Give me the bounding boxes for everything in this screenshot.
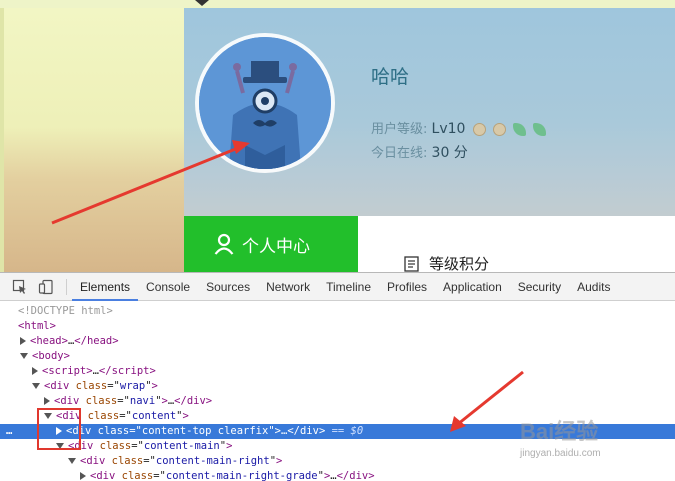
attr-name: class — [111, 455, 144, 467]
tab-security[interactable]: Security — [510, 273, 569, 301]
dom-node-html[interactable]: <html> — [0, 319, 675, 334]
collapse-arrow-icon[interactable] — [20, 353, 28, 359]
tab-console[interactable]: Console — [138, 273, 198, 301]
attr-value: content — [131, 410, 177, 422]
inspect-element-icon[interactable] — [12, 279, 28, 295]
tab-profiles[interactable]: Profiles — [379, 273, 435, 301]
dom-node-doctype[interactable]: <!DOCTYPE html> — [0, 304, 675, 319]
dom-node-div-wrap[interactable]: <div class="wrap"> — [0, 379, 675, 394]
more-options-icon[interactable]: … — [6, 424, 12, 439]
tab-elements[interactable]: Elements — [72, 273, 139, 301]
tag-name-close: div — [299, 425, 319, 437]
dom-node-div-navi[interactable]: <div class="navi">…</div> — [0, 394, 675, 409]
tag-name: div — [96, 470, 116, 481]
watermark-brand: Bai经验 — [520, 419, 599, 444]
tag-name-close: div — [186, 395, 206, 407]
expand-arrow-icon[interactable] — [20, 337, 26, 345]
tab-timeline[interactable]: Timeline — [318, 273, 379, 301]
sun-badge-icon — [472, 123, 486, 136]
attr-value: content-main — [143, 440, 220, 452]
devtools-tabs: Elements Console Sources Network Timelin… — [72, 273, 618, 301]
leaf-badge-icon — [512, 123, 526, 136]
device-toolbar-icon[interactable] — [38, 279, 54, 295]
dom-node-script[interactable]: <script>…</script> — [0, 364, 675, 379]
caret-down-icon — [195, 0, 209, 6]
user-icon — [214, 233, 234, 255]
tag-name: div — [60, 395, 80, 407]
attr-name: class — [87, 410, 120, 422]
tag-name: div — [50, 380, 70, 392]
personal-center-button[interactable]: 个人中心 — [184, 216, 358, 272]
personal-center-label: 个人中心 — [242, 236, 310, 257]
grade-points-label: 等级积分 — [429, 255, 490, 272]
left-border — [0, 8, 4, 272]
tag-name-close: div — [349, 470, 369, 481]
document-icon — [404, 255, 419, 272]
user-level-row: 用户等级: Lv10 — [371, 118, 546, 137]
tag-name-close: script — [111, 365, 150, 377]
collapse-arrow-icon[interactable] — [68, 458, 76, 464]
toolbar-divider — [66, 279, 67, 295]
top-strip — [0, 0, 675, 8]
attr-name: class — [75, 380, 108, 392]
tag-name: head — [36, 335, 62, 347]
level-label: 用户等级: — [371, 122, 428, 137]
expand-arrow-icon[interactable] — [44, 397, 50, 405]
attr-name: class — [121, 470, 154, 481]
monster-avatar-icon — [199, 37, 331, 169]
collapse-arrow-icon[interactable] — [32, 383, 40, 389]
attr-value: content-top clearfix — [141, 425, 269, 437]
online-label: 今日在线: — [371, 146, 428, 161]
level-value: Lv10 — [431, 121, 466, 137]
sun-badge-icon — [492, 123, 506, 136]
attr-value: navi — [129, 395, 156, 407]
tag-name-close: head — [86, 335, 113, 347]
tag-name: body — [38, 350, 64, 362]
tab-network[interactable]: Network — [258, 273, 318, 301]
left-background — [0, 8, 184, 272]
console-reference: == $0 — [331, 425, 364, 437]
tag-name: script — [48, 365, 87, 377]
attr-value: content-main-right-grade — [165, 470, 318, 481]
tag-name: html — [24, 320, 50, 332]
page-preview: 哈哈 用户等级: Lv10 今日在线: 30 分 个人中心 等级积分 — [0, 0, 675, 272]
attr-name: class — [97, 425, 130, 437]
dom-node-body[interactable]: <body> — [0, 349, 675, 364]
tag-name: div — [86, 455, 106, 467]
online-value: 30 分 — [431, 145, 468, 161]
expand-arrow-icon[interactable] — [32, 367, 38, 375]
online-time-row: 今日在线: 30 分 — [371, 142, 468, 162]
leaf-badge-icon — [533, 123, 546, 136]
expand-arrow-icon[interactable] — [80, 472, 86, 480]
tab-sources[interactable]: Sources — [198, 273, 258, 301]
devtools-toolbar: Elements Console Sources Network Timelin… — [0, 273, 675, 301]
watermark-url: jingyan.baidu.com — [520, 448, 601, 459]
highlight-box — [37, 408, 81, 450]
dom-node-div-content-main-right-grade[interactable]: <div class="content-main-right-grade">…<… — [0, 469, 675, 481]
tab-audits[interactable]: Audits — [569, 273, 618, 301]
watermark: Bai经验 jingyan.baidu.com — [520, 408, 670, 468]
username: 哈哈 — [371, 66, 410, 88]
attr-name: class — [85, 395, 118, 407]
dom-node-head[interactable]: <head>…</head> — [0, 334, 675, 349]
attr-value: wrap — [119, 380, 146, 392]
doctype-text: <!DOCTYPE html> — [18, 305, 113, 317]
avatar[interactable] — [199, 37, 331, 169]
attr-value: content-main-right — [155, 455, 270, 467]
attr-name: class — [99, 440, 132, 452]
grade-points-tab[interactable]: 等级积分 — [404, 253, 489, 272]
tab-application[interactable]: Application — [435, 273, 510, 301]
